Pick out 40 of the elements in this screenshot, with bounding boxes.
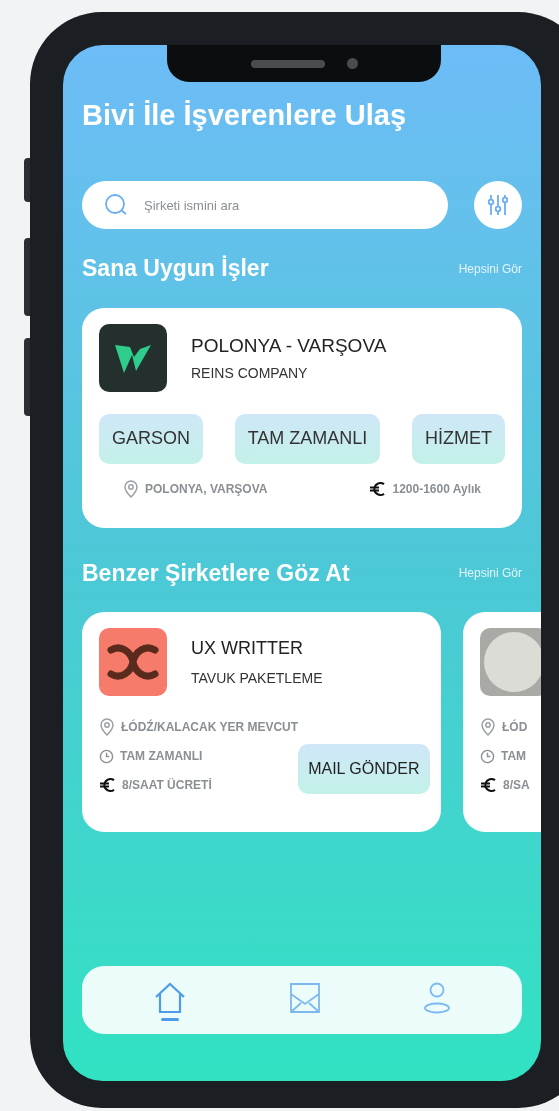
job-tag: TAM ZAMANLI xyxy=(234,413,381,464)
work-hours: TAM ZAMANLI xyxy=(120,748,203,766)
job-card[interactable]: POLONYA - VARŞOVA REINS COMPANY GARSON TAM ZAMANLI HİZMET POLONYA, VARŞOVA 1200-1600 Aylık xyxy=(82,307,522,528)
filter-button[interactable] xyxy=(474,181,522,230)
company-logo xyxy=(99,628,167,697)
job-location: ŁÓD xyxy=(502,718,528,737)
job-location: POLONYA, VARŞOVA xyxy=(145,480,268,498)
location-pin-icon xyxy=(99,718,115,737)
search-field[interactable]: Şirketi ismini ara xyxy=(82,181,448,230)
sliders-icon xyxy=(486,193,510,218)
envelope-icon xyxy=(289,982,321,1015)
location-pin-icon xyxy=(480,718,496,737)
section-title: Benzer Şirketlere Göz At xyxy=(82,558,350,588)
job-tag: GARSON xyxy=(99,413,203,464)
job-title: POLONYA - VARŞOVA xyxy=(191,333,387,358)
section-title: Sana Uygun İşler xyxy=(82,254,269,284)
euro-icon xyxy=(480,777,497,794)
search-input[interactable]: Şirketi ismini ara xyxy=(144,195,344,215)
user-icon xyxy=(423,982,451,1015)
job-salary: 1200-1600 Aylık xyxy=(392,480,481,498)
clock-icon xyxy=(99,748,114,764)
hourly-pay: 8/SA xyxy=(503,777,530,795)
company-card[interactable]: UX WRITTER TAVUK PAKETLEME ŁÓDŹ/KALACAK YER MEVCUT TAM ZAMANLI 8/SAAT ÜCRETİ MAIL GÖNDER xyxy=(82,612,441,833)
hourly-pay: 8/SAAT ÜCRETİ xyxy=(122,777,212,795)
job-title: UX WRITTER xyxy=(191,637,304,661)
company-name: REINS COMPANY xyxy=(191,364,309,383)
job-location: ŁÓDŹ/KALACAK YER MEVCUT xyxy=(121,718,299,737)
company-logo xyxy=(99,323,167,392)
euro-icon xyxy=(369,480,387,497)
send-mail-button[interactable]: MAIL GÖNDER xyxy=(298,744,430,795)
company-name: TAVUK PAKETLEME xyxy=(191,669,323,689)
screen-title: Bivi İle İşverenlere Ulaş xyxy=(82,98,408,133)
job-tag: HİZMET xyxy=(412,413,505,464)
company-logo xyxy=(480,628,541,697)
clock-icon xyxy=(480,748,495,764)
home-icon xyxy=(153,982,187,1015)
location-pin-icon xyxy=(123,479,139,498)
work-hours: TAM xyxy=(501,748,527,766)
euro-icon xyxy=(99,777,116,794)
search-icon xyxy=(104,193,128,218)
